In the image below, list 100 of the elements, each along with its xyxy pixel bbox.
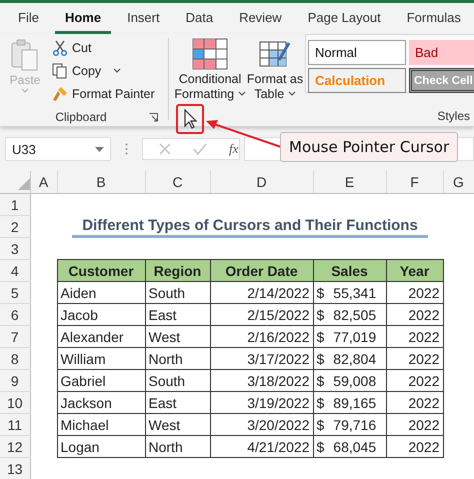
sheet-title: Different Types of Cursors and Their Functions [72,216,428,238]
cancel-icon[interactable] [159,143,171,155]
table-cell: Jacob [57,304,145,326]
row-number[interactable]: 10 [0,392,30,414]
column-header: Sales [313,260,386,282]
column-letter[interactable]: C [145,171,210,194]
column-letter[interactable]: D [210,171,313,194]
grip-icon [125,143,128,155]
table-cell: 82,804 [333,350,376,366]
column-letter[interactable]: E [313,171,386,194]
currency-symbol: $ [316,372,324,388]
name-box[interactable]: U33 [5,137,111,161]
table-cell: Jackson [57,392,145,414]
cell-style[interactable]: Normal [308,40,406,65]
check-icon[interactable] [193,143,207,155]
table-cell: 3/20/2022 [210,414,313,436]
currency-symbol: $ [316,350,324,366]
table-cell: 77,019 [333,328,376,344]
row-number[interactable]: 13 [0,458,30,479]
table-cell: 2022 [386,436,443,458]
group-label: Clipboard [55,110,107,124]
row-number[interactable]: 8 [0,348,30,370]
currency-symbol: $ [316,328,324,344]
ribbon-tab[interactable]: Page Layout [298,3,391,34]
table-cell: 2022 [386,348,443,370]
column-letter[interactable]: A [30,171,57,194]
copy-button[interactable]: Copy [50,59,157,82]
table-cell: 3/19/2022 [210,392,313,414]
table-cell: Aiden [57,282,145,304]
ribbon-tab[interactable]: Review [229,3,292,34]
table-cell: 79,716 [333,416,376,432]
row-number[interactable]: 6 [0,304,30,326]
dialog-launcher-icon[interactable] [149,113,158,122]
table-cell: 2/16/2022 [210,326,313,348]
table-cell: 2/15/2022 [210,304,313,326]
scissors-icon [52,40,68,56]
currency-symbol: $ [316,416,324,432]
table-cell: 68,045 [333,438,376,454]
row-number[interactable]: 9 [0,370,30,392]
table-cell: Logan [57,436,145,458]
column-header: Customer [57,260,145,282]
column-letter[interactable]: F [386,171,443,194]
currency-symbol: $ [316,438,324,454]
table-cell: 2022 [386,414,443,436]
table-cell: 2022 [386,282,443,304]
row-number[interactable]: 1 [0,194,30,216]
caret-icon [288,91,296,96]
row-number[interactable]: 5 [0,282,30,304]
row-number[interactable]: 11 [0,414,30,436]
cell-style[interactable]: Bad [409,40,474,65]
ribbon-tab[interactable]: Insert [117,3,170,34]
row-number[interactable]: 12 [0,436,30,458]
column-header: Order Date [210,260,313,282]
column-header: Year [386,260,443,282]
table-cell: 3/18/2022 [210,370,313,392]
format-as-table-button[interactable]: Format as Table [245,34,305,126]
table-cell: West [145,326,210,348]
row-number[interactable]: 4 [0,260,30,282]
table-cell: South [145,282,210,304]
table-cell: 2022 [386,326,443,348]
table-cell: 59,008 [333,372,376,388]
ribbon-tab[interactable]: File [8,3,49,34]
colored-grid-icon [192,38,228,70]
table-cell: East [145,392,210,414]
callout-tooltip: Mouse Pointer Cursor [280,132,458,162]
table-cell: North [145,348,210,370]
row-number[interactable]: 3 [0,238,30,260]
copy-icon [52,62,68,78]
column-header: Region [145,260,210,282]
currency-symbol: $ [316,394,324,410]
table-cell: Gabriel [57,370,145,392]
table-cell: Alexander [57,326,145,348]
table-cell: 2022 [386,392,443,414]
table-cell: North [145,436,210,458]
table-cell: 89,165 [333,394,376,410]
ribbon-tab[interactable]: Data [176,3,224,34]
format-painter-button[interactable]: Format Painter [50,82,157,105]
select-all-icon[interactable] [18,178,30,190]
insert-function-button[interactable]: fx [229,141,238,157]
table-cell: East [145,304,210,326]
table-cell: 2022 [386,370,443,392]
table-cell: 2/14/2022 [210,282,313,304]
table-cell: 82,505 [333,306,376,322]
caret-icon [21,88,29,93]
column-letter[interactable]: B [57,171,145,194]
ribbon-tab[interactable]: Formulas [396,3,471,34]
currency-symbol: $ [316,306,324,322]
clipboard-icon [10,38,40,72]
table-cell: South [145,370,210,392]
table-cell: West [145,414,210,436]
table-cell: 4/21/2022 [210,436,313,458]
currency-symbol: $ [316,284,324,300]
row-number[interactable]: 2 [0,216,30,238]
group-label: Styles [437,109,470,125]
cut-button[interactable]: Cut [50,36,157,59]
table-cell: 55,341 [333,284,376,300]
caret-icon [238,91,246,96]
row-number[interactable]: 7 [0,326,30,348]
caret-icon [113,68,122,73]
column-letter[interactable]: G [443,171,474,194]
